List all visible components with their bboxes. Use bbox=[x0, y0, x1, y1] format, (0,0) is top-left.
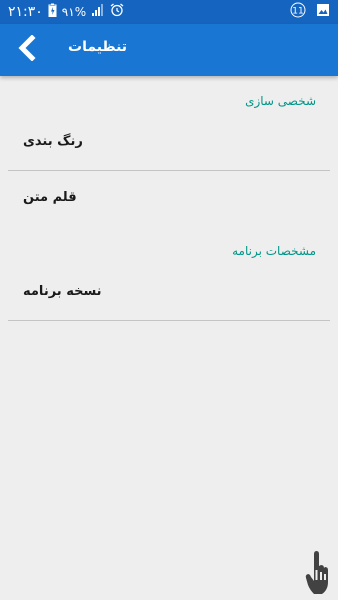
battery-charging-icon bbox=[48, 3, 57, 21]
pref-item-label: قلم متن bbox=[23, 190, 77, 205]
pref-item-label: نسخه برنامه bbox=[23, 284, 102, 299]
status-right: 11 bbox=[290, 2, 330, 22]
page-title: تنظیمات bbox=[68, 39, 128, 55]
alarm-clock-icon bbox=[110, 3, 124, 21]
status-time: ۲۱:۳۰ bbox=[8, 4, 43, 20]
notification-count-icon: 11 bbox=[290, 2, 306, 22]
chevron-left-icon bbox=[16, 34, 38, 65]
app-bar: تنظیمات bbox=[0, 24, 338, 76]
pref-item-label: رنگ بندی bbox=[23, 134, 83, 149]
status-left: ۲۱:۳۰ ۹۱% bbox=[8, 3, 124, 21]
section-header-personalization: شخصی سازی bbox=[245, 94, 316, 108]
battery-percentage: ۹۱% bbox=[61, 5, 87, 19]
pref-item-app-version[interactable]: نسخه برنامه bbox=[8, 266, 330, 321]
notification-count: 11 bbox=[292, 7, 303, 17]
pref-item-text-font[interactable]: قلم متن bbox=[8, 171, 330, 226]
section-header-app-info: مشخصات برنامه bbox=[232, 244, 316, 258]
hand-swipe-icon bbox=[305, 550, 329, 596]
status-bar: ۲۱:۳۰ ۹۱% 11 bbox=[0, 0, 338, 24]
signal-icon bbox=[91, 3, 105, 21]
back-button[interactable] bbox=[8, 32, 46, 68]
pref-item-color-scheme[interactable]: رنگ بندی bbox=[8, 116, 330, 171]
settings-list: شخصی سازی bbox=[0, 76, 338, 108]
image-icon bbox=[316, 3, 330, 21]
